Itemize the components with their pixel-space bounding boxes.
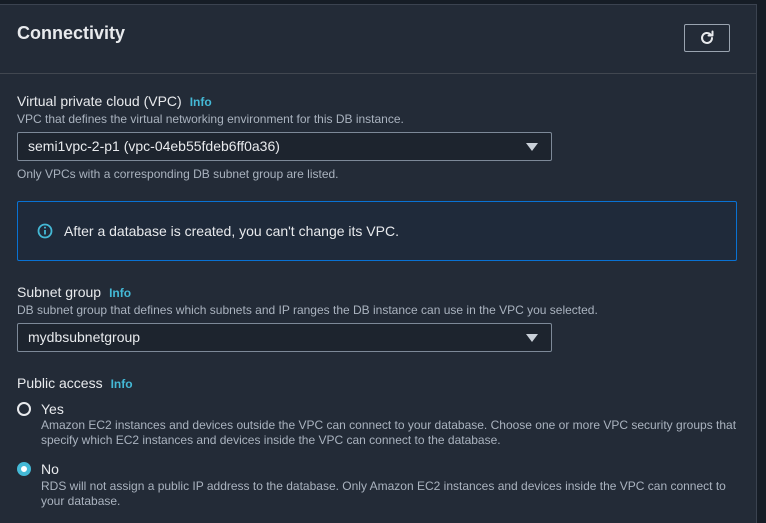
public-access-no-description: RDS will not assign a public IP address … (41, 479, 726, 508)
info-alert: After a database is created, you can't c… (17, 201, 737, 261)
alert-text: After a database is created, you can't c… (64, 223, 399, 239)
public-access-yes-radio[interactable] (17, 402, 31, 416)
vpc-selected-value: semi1vpc-2-p1 (vpc-04eb55fdeb6ff0a36) (28, 138, 280, 154)
subnet-group-label: Subnet group Info (17, 284, 131, 300)
connectivity-panel: Connectivity Virtual private cloud (VPC)… (0, 4, 757, 523)
subnet-group-info-link[interactable]: Info (109, 286, 131, 300)
subnet-group-label-text: Subnet group (17, 284, 102, 300)
public-access-no-radio[interactable] (17, 462, 31, 476)
info-circle-icon (37, 223, 53, 239)
vpc-info-link[interactable]: Info (190, 95, 212, 109)
vpc-hint: Only VPCs with a corresponding DB subnet… (17, 167, 339, 181)
vpc-label-text: Virtual private cloud (VPC) (17, 93, 182, 109)
subnet-group-select[interactable]: mydbsubnetgroup (17, 323, 552, 352)
chevron-down-icon (526, 334, 538, 342)
public-access-info-link[interactable]: Info (111, 377, 133, 391)
refresh-button[interactable] (684, 24, 730, 52)
section-title: Connectivity (17, 23, 126, 43)
subnet-group-selected-value: mydbsubnetgroup (28, 329, 141, 345)
public-access-yes-description: Amazon EC2 instances and devices outside… (41, 418, 737, 447)
vpc-description: VPC that defines the virtual networking … (17, 112, 404, 126)
public-access-yes-label[interactable]: Yes (41, 401, 64, 417)
vpc-label: Virtual private cloud (VPC) Info (17, 93, 212, 109)
public-access-label-text: Public access (17, 375, 103, 391)
public-access-label: Public access Info (17, 375, 133, 391)
chevron-down-icon (526, 143, 538, 151)
refresh-icon (701, 30, 714, 44)
public-access-no-label[interactable]: No (41, 461, 59, 477)
subnet-group-description: DB subnet group that defines which subne… (17, 303, 598, 317)
vpc-select[interactable]: semi1vpc-2-p1 (vpc-04eb55fdeb6ff0a36) (17, 132, 552, 161)
panel-header: Connectivity (0, 5, 756, 74)
